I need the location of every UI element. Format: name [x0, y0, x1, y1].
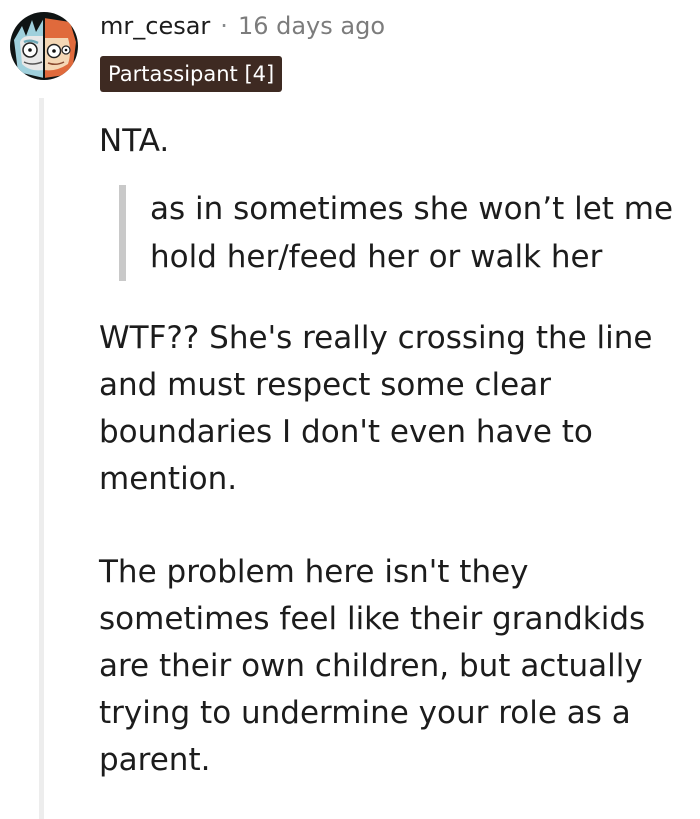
- comment-paragraph: The problem here isn't they sometimes fe…: [99, 554, 646, 778]
- comment-body: NTA. as in sometimes she won’t let me ho…: [99, 118, 684, 784]
- user-flair: Partassipant [4]: [100, 56, 283, 92]
- comment: mr_cesar · 16 days ago Partassipant [4] …: [0, 0, 700, 819]
- thread-collapse-line[interactable]: [39, 98, 44, 819]
- comment-meta: mr_cesar · 16 days ago: [100, 6, 385, 46]
- comment-timestamp[interactable]: 16 days ago: [238, 12, 385, 40]
- comment-blockquote: as in sometimes she won’t let me hold he…: [119, 185, 684, 281]
- user-avatar[interactable]: [10, 12, 78, 80]
- comment-paragraph-verdict: NTA.: [99, 123, 170, 159]
- meta-separator: ·: [220, 12, 228, 40]
- comment-paragraph: WTF?? She's really crossing the line and…: [99, 320, 653, 497]
- rick-and-morty-avatar-icon: [10, 12, 78, 80]
- user-flair-text: Partassipant [4]: [108, 62, 275, 86]
- username-link[interactable]: mr_cesar: [100, 12, 210, 40]
